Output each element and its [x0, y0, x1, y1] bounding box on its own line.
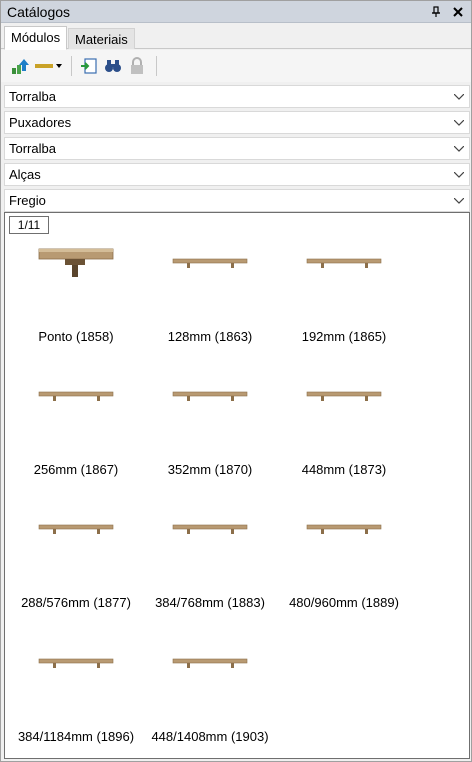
catalog-item-label: 384/768mm (1883) — [155, 595, 265, 610]
bar-handle-thumbnail — [143, 503, 277, 563]
catalog-item[interactable]: 448/1408mm (1903) — [143, 637, 277, 747]
filter-combo-2[interactable]: Puxadores — [4, 111, 470, 134]
filter-combo-3-value: Torralba — [9, 141, 56, 156]
tab-strip: Materiais Módulos — [1, 23, 471, 50]
bar-handle-thumbnail — [143, 637, 277, 697]
catalog-item-label: Ponto (1858) — [38, 329, 114, 344]
catalog-item[interactable]: 128mm (1863) — [143, 237, 277, 347]
bar-handle-thumbnail — [9, 503, 143, 563]
catalog-item-label: 352mm (1870) — [167, 462, 253, 477]
catalog-item[interactable]: 384/768mm (1883) — [143, 503, 277, 613]
insert-icon[interactable] — [78, 55, 100, 77]
tab-modulos[interactable]: Módulos — [4, 26, 68, 50]
catalog-item-label: 448/1408mm (1903) — [151, 729, 269, 744]
filter-combo-1-value: Torralba — [9, 89, 56, 104]
catalog-item-label: 192mm (1865) — [301, 329, 387, 344]
catalog-item-label: 480/960mm (1889) — [289, 595, 399, 610]
catalog-item-label: 448mm (1873) — [301, 462, 387, 477]
chevron-down-icon — [449, 145, 469, 152]
line-style-dropdown-icon[interactable] — [33, 55, 63, 77]
bar-handle-thumbnail — [277, 503, 411, 563]
catalog-item[interactable]: 288/576mm (1877) — [9, 503, 143, 613]
catalog-item[interactable]: Ponto (1858) — [9, 237, 143, 347]
catalog-item[interactable]: 480/960mm (1889) — [277, 503, 411, 613]
close-icon[interactable] — [449, 3, 467, 21]
search-binoculars-icon[interactable] — [102, 55, 124, 77]
catalog-item[interactable]: 192mm (1865) — [277, 237, 411, 347]
catalog-item[interactable]: 256mm (1867) — [9, 370, 143, 480]
chevron-down-icon — [449, 197, 469, 204]
catalog-item[interactable]: 352mm (1870) — [143, 370, 277, 480]
toolbar — [1, 50, 471, 82]
knob-handle-thumbnail — [9, 237, 143, 297]
load-module-icon[interactable] — [9, 55, 31, 77]
catalog-item[interactable]: 384/1184mm (1896) — [9, 637, 143, 747]
bar-handle-thumbnail — [143, 370, 277, 430]
catalog-grid: 1/11 Ponto (1858) 128mm (1863) 192mm (1865… — [4, 212, 470, 759]
tab-materiais[interactable]: Materiais — [68, 28, 135, 49]
chevron-down-icon — [449, 93, 469, 100]
catalog-item-label: 384/1184mm (1896) — [17, 729, 135, 744]
page-indicator: 1/11 — [9, 216, 49, 234]
catalog-panel: Catálogos Materiais Módulos Torralba Pux… — [0, 0, 472, 762]
bar-handle-thumbnail — [277, 237, 411, 297]
toolbar-separator — [71, 56, 72, 76]
panel-title: Catálogos — [7, 3, 71, 20]
bar-handle-thumbnail — [277, 370, 411, 430]
bar-handle-thumbnail — [9, 637, 143, 697]
catalog-item-label: 128mm (1863) — [167, 329, 253, 344]
filter-combo-4-value: Alças — [9, 167, 41, 182]
filter-combo-1[interactable]: Torralba — [4, 85, 470, 108]
filter-combo-4[interactable]: Alças — [4, 163, 470, 186]
bar-handle-thumbnail — [9, 370, 143, 430]
lock-icon — [126, 55, 148, 77]
filter-combo-5-value: Fregio — [9, 193, 46, 208]
catalog-item[interactable]: 448mm (1873) — [277, 370, 411, 480]
chevron-down-icon — [449, 171, 469, 178]
chevron-down-icon — [449, 119, 469, 126]
filter-combo-3[interactable]: Torralba — [4, 137, 470, 160]
bar-handle-thumbnail — [143, 237, 277, 297]
filter-combo-5[interactable]: Fregio — [4, 189, 470, 212]
pin-icon[interactable] — [427, 3, 445, 21]
catalog-item-label: 256mm (1867) — [33, 462, 119, 477]
panel-titlebar: Catálogos — [1, 1, 471, 23]
catalog-item-label: 288/576mm (1877) — [21, 595, 131, 610]
filter-combo-2-value: Puxadores — [9, 115, 72, 130]
toolbar-separator — [156, 56, 157, 76]
